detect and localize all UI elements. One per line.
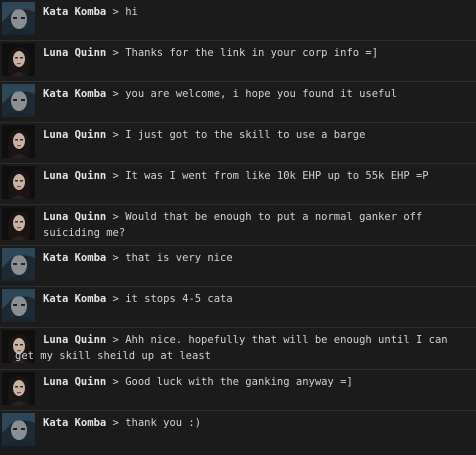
- avatar[interactable]: [2, 207, 35, 240]
- message-line: Kata Komba > you are welcome, i hope you…: [43, 86, 468, 102]
- kata-avatar-icon: [2, 248, 35, 281]
- message-text: you are welcome, i hope you found it use…: [125, 88, 398, 100]
- message-line: Kata Komba > that is very nice: [43, 250, 468, 266]
- separator: >: [106, 129, 126, 141]
- avatar[interactable]: [2, 84, 35, 117]
- chat-message: Luna Quinn > I just got to the skill to …: [0, 123, 476, 164]
- chat-message: Luna Quinn > Would that be enough to put…: [0, 205, 476, 246]
- luna-avatar-icon: [2, 166, 35, 199]
- separator: >: [106, 252, 126, 264]
- avatar[interactable]: [2, 289, 35, 322]
- separator: >: [106, 170, 126, 182]
- speaker-name[interactable]: Kata Komba: [43, 293, 106, 305]
- speaker-name[interactable]: Luna Quinn: [43, 211, 106, 223]
- kata-avatar-icon: [2, 289, 35, 322]
- speaker-name[interactable]: Kata Komba: [43, 88, 106, 100]
- chat-log: Kata Komba > hi Luna Quinn > Thanks for …: [0, 0, 476, 455]
- kata-avatar-icon: [2, 84, 35, 117]
- chat-message: Kata Komba > it stops 4-5 cata: [0, 287, 476, 328]
- kata-avatar-icon: [2, 2, 35, 35]
- message-line: Luna Quinn > Ahh nice. hopefully that wi…: [15, 332, 468, 364]
- separator: >: [106, 417, 126, 429]
- luna-avatar-icon: [2, 125, 35, 158]
- chat-message: Luna Quinn > Thanks for the link in your…: [0, 41, 476, 82]
- avatar[interactable]: [2, 166, 35, 199]
- message-text: hi: [125, 6, 138, 18]
- chat-message: Luna Quinn > It was I went from like 10k…: [0, 164, 476, 205]
- speaker-name[interactable]: Kata Komba: [43, 417, 106, 429]
- speaker-name[interactable]: Luna Quinn: [43, 129, 106, 141]
- message-line: Kata Komba > hi: [43, 4, 468, 20]
- luna-avatar-icon: [2, 372, 35, 405]
- separator: >: [106, 47, 126, 59]
- chat-message: Luna Quinn > Ahh nice. hopefully that wi…: [0, 328, 476, 370]
- avatar[interactable]: [2, 125, 35, 158]
- message-line: Luna Quinn > Would that be enough to put…: [43, 209, 468, 241]
- speaker-name[interactable]: Luna Quinn: [43, 47, 106, 59]
- message-line: Luna Quinn > I just got to the skill to …: [43, 127, 468, 143]
- speaker-name[interactable]: Kata Komba: [43, 6, 106, 18]
- luna-avatar-icon: [2, 43, 35, 76]
- kata-avatar-icon: [2, 413, 35, 446]
- message-line: Kata Komba > thank you :): [43, 415, 468, 431]
- speaker-name[interactable]: Luna Quinn: [43, 334, 106, 346]
- speaker-name[interactable]: Luna Quinn: [43, 376, 106, 388]
- chat-message: Kata Komba > hi: [0, 0, 476, 41]
- message-line: Kata Komba > it stops 4-5 cata: [43, 291, 468, 307]
- message-text: I just got to the skill to use a barge: [125, 129, 366, 141]
- chat-message: Kata Komba > you are welcome, i hope you…: [0, 82, 476, 123]
- speaker-name[interactable]: Kata Komba: [43, 252, 106, 264]
- message-text: thank you :): [125, 417, 202, 429]
- luna-avatar-icon: [2, 207, 35, 240]
- separator: >: [106, 6, 126, 18]
- avatar[interactable]: [2, 2, 35, 35]
- message-text: Thanks for the link in your corp info =]: [125, 47, 379, 59]
- avatar[interactable]: [2, 248, 35, 281]
- separator: >: [106, 88, 126, 100]
- avatar[interactable]: [2, 413, 35, 446]
- avatar[interactable]: [2, 372, 35, 405]
- message-text: that is very nice: [125, 252, 233, 264]
- message-text: it stops 4-5 cata: [125, 293, 233, 305]
- message-line: Luna Quinn > It was I went from like 10k…: [43, 168, 468, 184]
- separator: >: [106, 211, 126, 223]
- speaker-name[interactable]: Luna Quinn: [43, 170, 106, 182]
- avatar[interactable]: [2, 43, 35, 76]
- message-line: Luna Quinn > Good luck with the ganking …: [43, 374, 468, 390]
- separator: >: [106, 293, 126, 305]
- chat-message: Kata Komba > thank you :): [0, 411, 476, 455]
- message-line: Luna Quinn > Thanks for the link in your…: [43, 45, 468, 61]
- chat-message: Kata Komba > that is very nice: [0, 246, 476, 287]
- message-text: It was I went from like 10k EHP up to 55…: [125, 170, 429, 182]
- chat-message: Luna Quinn > Good luck with the ganking …: [0, 370, 476, 411]
- separator: >: [106, 334, 126, 346]
- separator: >: [106, 376, 126, 388]
- message-text: Good luck with the ganking anyway =]: [125, 376, 353, 388]
